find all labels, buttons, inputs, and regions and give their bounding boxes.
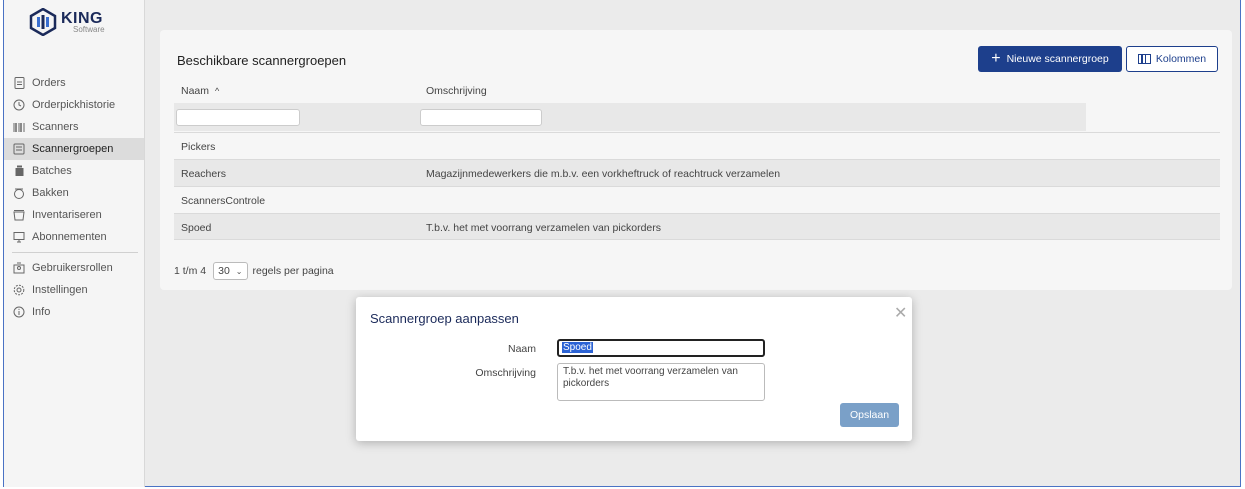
barcode-icon xyxy=(12,120,26,134)
history-icon xyxy=(12,98,26,112)
columns-button-label: Kolommen xyxy=(1155,53,1207,65)
sort-ascending-icon: ^ xyxy=(214,86,220,96)
table-row[interactable]: Reachers Magazijnmedewerkers die m.b.v. … xyxy=(174,159,1220,186)
sidebar-item-label: Orders xyxy=(32,77,66,89)
page-size-value: 30 xyxy=(218,265,230,277)
sidebar-item-instellingen[interactable]: Instellingen xyxy=(4,279,144,301)
cell-naam: Pickers xyxy=(181,141,216,153)
sidebar-item-label: Inventariseren xyxy=(32,209,102,221)
cell-naam: Reachers xyxy=(181,168,226,180)
cell-naam: ScannersControle xyxy=(181,195,266,207)
logo: KING Software xyxy=(29,7,105,37)
save-button[interactable]: Opslaan xyxy=(840,403,899,427)
pagination: 1 t/m 4 30 ⌄ regels per pagina xyxy=(174,262,334,280)
pager-range: 1 t/m 4 xyxy=(174,265,207,277)
sidebar-item-orders[interactable]: Orders xyxy=(4,72,144,94)
new-scannergroup-button[interactable]: + Nieuwe scannergroep xyxy=(978,46,1122,72)
sidebar-item-label: Scannergroepen xyxy=(32,143,114,155)
name-field[interactable]: Spoed xyxy=(557,339,765,357)
user-roles-icon xyxy=(12,261,26,275)
sidebar-item-batches[interactable]: Batches xyxy=(4,160,144,182)
info-icon xyxy=(12,305,26,319)
sidebar-item-label: Info xyxy=(32,306,51,318)
subscription-icon xyxy=(12,230,26,244)
columns-button[interactable]: Kolommen xyxy=(1126,46,1218,72)
sidebar-item-label: Scanners xyxy=(32,121,79,133)
sidebar-item-scannergroepen[interactable]: Scannergroepen xyxy=(4,138,144,160)
name-label: Naam xyxy=(507,343,536,355)
filter-row xyxy=(174,103,1086,131)
column-header-label: Naam xyxy=(181,85,210,97)
edit-scannergroup-dialog: Scannergroep aanpassen ✕ Naam Spoed Omsc… xyxy=(356,297,912,441)
new-scannergroup-label: Nieuwe scannergroep xyxy=(1006,53,1109,65)
sidebar-nav: Orders Orderpickhistorie Scanners Scanne… xyxy=(4,72,144,323)
chevron-down-icon: ⌄ xyxy=(235,266,243,276)
inventory-icon xyxy=(12,208,26,222)
description-label: Omschrijving xyxy=(475,367,536,379)
bin-icon xyxy=(12,186,26,200)
filter-omschrijving-input[interactable] xyxy=(420,109,542,126)
sidebar-item-label: Bakken xyxy=(32,187,69,199)
sidebar: KING Software Orders Orderpickhistorie S… xyxy=(4,0,145,487)
per-page-label: regels per pagina xyxy=(252,265,334,277)
logo-text: KING xyxy=(61,9,103,27)
filter-naam-input[interactable] xyxy=(176,109,300,126)
sidebar-item-gebruikersrollen[interactable]: Gebruikersrollen xyxy=(4,257,144,279)
sidebar-item-label: Orderpickhistorie xyxy=(32,99,116,111)
cell-naam: Spoed xyxy=(181,222,212,234)
scannergroups-panel: Beschikbare scannergroepen + Nieuwe scan… xyxy=(160,30,1232,290)
column-header-naam[interactable]: Naam ^ xyxy=(181,85,219,97)
document-icon xyxy=(12,76,26,90)
columns-icon xyxy=(1137,54,1151,64)
gear-icon xyxy=(12,283,26,297)
scanner-group-icon xyxy=(12,142,26,156)
table-row[interactable]: Pickers xyxy=(174,132,1220,159)
batch-icon xyxy=(12,164,26,178)
sidebar-item-abonnementen[interactable]: Abonnementen xyxy=(4,226,144,248)
sidebar-item-orderpickhistorie[interactable]: Orderpickhistorie xyxy=(4,94,144,116)
sidebar-divider xyxy=(12,252,138,253)
cell-omschrijving: T.b.v. het met voorrang verzamelen van p… xyxy=(426,222,661,234)
table-row[interactable]: Spoed T.b.v. het met voorrang verzamelen… xyxy=(174,213,1220,240)
sidebar-item-inventariseren[interactable]: Inventariseren xyxy=(4,204,144,226)
sidebar-item-label: Instellingen xyxy=(32,284,88,296)
cell-omschrijving: Magazijnmedewerkers die m.b.v. een vorkh… xyxy=(426,168,781,180)
sidebar-item-info[interactable]: Info xyxy=(4,301,144,323)
dialog-title: Scannergroep aanpassen xyxy=(370,311,519,326)
name-field-value: Spoed xyxy=(562,342,593,353)
king-logo-icon xyxy=(29,7,57,37)
sidebar-item-scanners[interactable]: Scanners xyxy=(4,116,144,138)
plus-icon: + xyxy=(991,50,1001,67)
sidebar-item-bakken[interactable]: Bakken xyxy=(4,182,144,204)
logo-subtext: Software xyxy=(73,24,105,34)
table-row[interactable]: ScannersControle xyxy=(174,186,1220,213)
sidebar-item-label: Batches xyxy=(32,165,72,177)
page-title: Beschikbare scannergroepen xyxy=(177,53,347,68)
close-icon[interactable]: ✕ xyxy=(894,303,907,323)
sidebar-item-label: Abonnementen xyxy=(32,231,107,243)
page-size-select[interactable]: 30 ⌄ xyxy=(213,262,248,280)
description-field[interactable]: T.b.v. het met voorrang verzamelen van p… xyxy=(557,363,765,401)
sidebar-item-label: Gebruikersrollen xyxy=(32,262,113,274)
column-header-omschrijving[interactable]: Omschrijving xyxy=(426,85,487,97)
